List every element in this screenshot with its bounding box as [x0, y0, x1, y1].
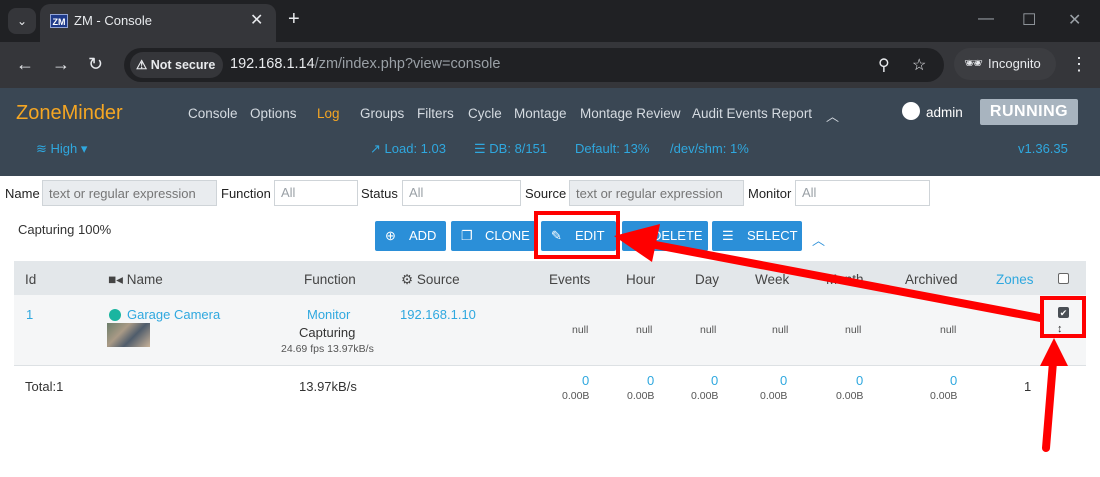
arrow-to-edit-head — [614, 224, 660, 262]
arrow-to-edit-line — [636, 238, 1044, 322]
annotation-arrows — [614, 224, 1068, 452]
arrow-to-checkbox-line — [1042, 358, 1057, 452]
arrow-to-checkbox-head — [1040, 338, 1068, 366]
